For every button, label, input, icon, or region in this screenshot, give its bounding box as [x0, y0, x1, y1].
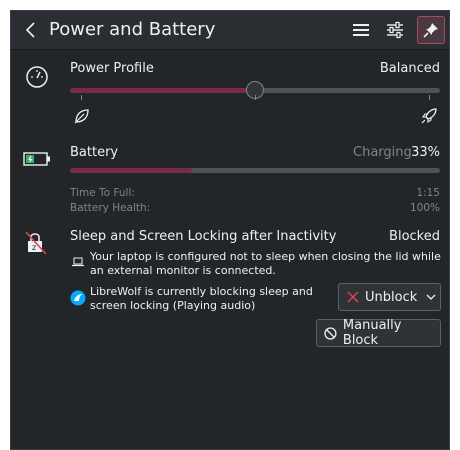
sliders-icon: [387, 21, 403, 39]
battery-charging-icon: [23, 152, 50, 166]
page-title: Power and Battery: [49, 19, 216, 40]
header-bar: Power and Battery: [11, 11, 449, 50]
configure-button[interactable]: [381, 16, 409, 44]
manually-block-button-label: Manually Block: [342, 318, 402, 348]
chevron-down-icon: [426, 294, 436, 300]
back-button[interactable]: [19, 18, 43, 42]
unblock-button[interactable]: Unblock: [338, 283, 441, 311]
power-profile-value: Balanced: [379, 61, 440, 76]
power-battery-panel: Power and Battery Power Profile Balanced…: [10, 10, 450, 450]
slider-tick-middle: [255, 95, 256, 100]
block-icon: [324, 326, 337, 340]
chevron-left-icon: [25, 22, 35, 38]
pin-icon: [423, 23, 438, 38]
pin-button[interactable]: [417, 16, 445, 44]
librewolf-blocking-note: LibreWolf is currently blocking sleep an…: [90, 285, 313, 312]
slider-tick-right: [429, 95, 430, 100]
battery-level-bar: [70, 168, 440, 173]
laptop-icon: [72, 257, 84, 267]
slider-tick-left: [81, 95, 82, 100]
battery-percent: 33%: [411, 145, 440, 160]
close-icon: [347, 291, 359, 303]
sleep-lock-blocked-icon: z: [25, 231, 47, 255]
rocket-icon: [421, 108, 437, 124]
power-profile-label: Power Profile: [70, 61, 154, 76]
unblock-button-label: Unblock: [365, 289, 418, 305]
sleep-locking-status: Blocked: [389, 229, 440, 244]
hamburger-menu-icon: [353, 24, 369, 36]
time-to-full-label: Time To Full:: [70, 187, 135, 199]
menu-button[interactable]: [347, 16, 375, 44]
time-to-full-value: 1:15: [416, 187, 440, 199]
manually-block-button[interactable]: Manually Block: [316, 318, 441, 348]
sleep-locking-label: Sleep and Screen Locking after Inactivit…: [70, 229, 337, 244]
battery-label: Battery: [70, 145, 119, 160]
battery-health-label: Battery Health:: [70, 202, 151, 214]
battery-health-value: 100%: [409, 202, 440, 214]
laptop-lid-note: Your laptop is configured not to sleep w…: [90, 250, 441, 277]
battery-level-fill: [70, 168, 192, 173]
svg-text:z: z: [32, 243, 36, 252]
power-profile-slider-fill: [70, 88, 255, 93]
battery-status: Charging: [353, 145, 412, 160]
leaf-icon: [74, 109, 89, 124]
librewolf-icon: [70, 290, 86, 306]
speedometer-icon: [26, 66, 48, 88]
